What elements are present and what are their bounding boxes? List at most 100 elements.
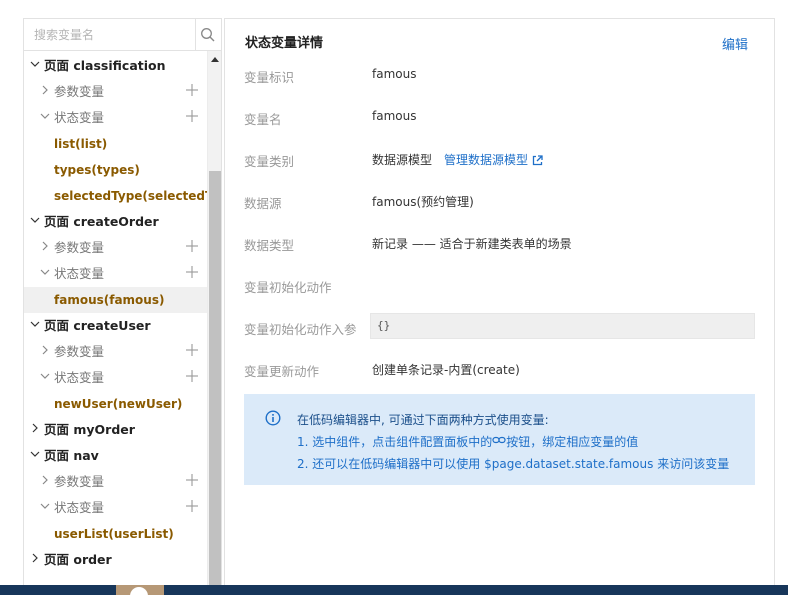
variable-tree: 页面 classification 参数变量 状态变量 list(list) types…	[24, 51, 207, 585]
tree-variable-item[interactable]: userList(userList)	[24, 521, 207, 547]
chevron-down-icon[interactable]	[30, 59, 40, 69]
panel-title: 状态变量详情	[245, 36, 324, 51]
tree-item-label: 页面 createUser	[44, 317, 151, 333]
tree-group-item[interactable]: 参数变量	[24, 467, 207, 493]
detail-panel: 状态变量详情 编辑 变量标识 famous 变量名 famous 变量类别 数据…	[224, 18, 775, 585]
tree-page-item[interactable]: 页面 nav	[24, 441, 207, 467]
search-input[interactable]	[24, 19, 196, 50]
plus-icon[interactable]	[186, 344, 198, 356]
tree-item-label: 状态变量	[54, 499, 105, 515]
state-path-code: $page.dataset.state.famous	[484, 457, 654, 471]
id-label: 变量标识	[244, 70, 295, 85]
info-line-2-end: 按钮，绑定相应变量的值	[506, 435, 639, 449]
chevron-right-icon[interactable]	[40, 85, 50, 95]
tree-item-label: 页面 order	[44, 551, 112, 567]
datatype-label: 数据类型	[244, 238, 295, 253]
chevron-down-icon[interactable]	[30, 319, 40, 329]
info-line-2-start: 1. 选中组件，点击组件配置面板中的	[297, 435, 493, 449]
avatar	[130, 587, 148, 595]
chevron-right-icon[interactable]	[40, 345, 50, 355]
init-action-label: 变量初始化动作	[244, 280, 332, 295]
tree-group-item[interactable]: 参数变量	[24, 77, 207, 103]
chevron-down-icon[interactable]	[40, 501, 50, 511]
chevron-down-icon[interactable]	[40, 371, 50, 381]
tree-item-label: 参数变量	[54, 343, 105, 359]
chevron-down-icon[interactable]	[40, 111, 50, 121]
tree-page-item[interactable]: 页面 order	[24, 545, 207, 571]
init-params-label: 变量初始化动作入参	[244, 322, 357, 337]
tree-variable-item[interactable]: newUser(newUser)	[24, 391, 207, 417]
search-bar	[24, 19, 221, 51]
type-value: 数据源模型	[372, 153, 433, 167]
plus-icon[interactable]	[186, 370, 198, 382]
tree-scrollbar[interactable]	[207, 51, 221, 585]
chevron-right-icon[interactable]	[30, 423, 40, 433]
tree-variable-item[interactable]: famous(famous)	[24, 287, 207, 313]
tree-item-label: newUser(newUser)	[54, 397, 183, 411]
external-link-icon	[532, 155, 543, 166]
link-bind-icon	[492, 436, 506, 444]
datatype-value: 新记录 —— 适合于新建类表单的场景	[372, 237, 572, 251]
info-line-3-start: 2. 还可以在低码编辑器中可以使用	[297, 457, 485, 471]
chevron-right-icon[interactable]	[30, 553, 40, 563]
update-action-label: 变量更新动作	[244, 364, 320, 379]
source-value: famous(预约管理)	[372, 195, 474, 209]
manage-datasource-link-label: 管理数据源模型	[444, 153, 529, 167]
plus-icon[interactable]	[186, 84, 198, 96]
tree-item-label: types(types)	[54, 163, 140, 177]
chevron-right-icon[interactable]	[40, 241, 50, 251]
tree-item-label: 状态变量	[54, 369, 105, 385]
edit-button[interactable]: 编辑	[722, 34, 748, 53]
info-line-2: 1. 选中组件，点击组件配置面板中的 按钮，绑定相应变量的值	[297, 433, 638, 450]
tree-page-item[interactable]: 页面 createUser	[24, 311, 207, 337]
tree-variable-item[interactable]: types(types)	[24, 157, 207, 183]
init-params-code: {}	[370, 313, 755, 339]
tree-group-item[interactable]: 参数变量	[24, 337, 207, 363]
plus-icon[interactable]	[186, 474, 198, 486]
info-line-1: 在低码编辑器中, 可通过下面两种方式使用变量:	[297, 413, 549, 427]
tree-group-item[interactable]: 状态变量	[24, 493, 207, 519]
usage-info-box: 在低码编辑器中, 可通过下面两种方式使用变量: 1. 选中组件，点击组件配置面板…	[244, 394, 755, 485]
search-icon[interactable]	[200, 27, 216, 43]
tree-item-label: list(list)	[54, 137, 108, 151]
taskbar-app-button[interactable]	[116, 585, 164, 595]
plus-icon[interactable]	[186, 500, 198, 512]
tree-group-item[interactable]: 参数变量	[24, 233, 207, 259]
tree-item-label: 参数变量	[54, 239, 105, 255]
tree-item-label: 页面 nav	[44, 447, 99, 463]
tree-group-item[interactable]: 状态变量	[24, 363, 207, 389]
plus-icon[interactable]	[186, 266, 198, 278]
tree-item-label: 参数变量	[54, 473, 105, 489]
plus-icon[interactable]	[186, 110, 198, 122]
id-value: famous	[372, 67, 417, 81]
info-line-3: 2. 还可以在低码编辑器中可以使用 $page.dataset.state.fa…	[297, 455, 729, 472]
chevron-down-icon[interactable]	[40, 267, 50, 277]
info-line-3-end: 来访问该变量	[653, 457, 730, 471]
plus-icon[interactable]	[186, 240, 198, 252]
tree-group-item[interactable]: 状态变量	[24, 103, 207, 129]
tree-variable-item[interactable]: selectedType(selectedType)	[24, 183, 207, 209]
name-label: 变量名	[244, 112, 282, 127]
chevron-down-icon[interactable]	[30, 215, 40, 225]
tree-item-label: 页面 createOrder	[44, 213, 159, 229]
tree-variable-item[interactable]: list(list)	[24, 131, 207, 157]
tree-group-item[interactable]: 状态变量	[24, 259, 207, 285]
scroll-thumb[interactable]	[209, 171, 221, 585]
scroll-up-arrow[interactable]	[211, 57, 219, 62]
tree-item-label: 状态变量	[54, 265, 105, 281]
source-label: 数据源	[244, 196, 282, 211]
chevron-down-icon[interactable]	[30, 449, 40, 459]
tree-item-label: 页面 myOrder	[44, 421, 135, 437]
tree-item-label: userList(userList)	[54, 527, 174, 541]
chevron-right-icon[interactable]	[40, 475, 50, 485]
tree-item-label: 状态变量	[54, 109, 105, 125]
tree-item-label: 页面 classification	[44, 57, 166, 73]
name-value: famous	[372, 109, 417, 123]
type-value-row: 数据源模型 管理数据源模型	[372, 151, 543, 168]
manage-datasource-link[interactable]: 管理数据源模型	[444, 153, 543, 167]
info-icon	[265, 410, 281, 426]
tree-item-label: selectedType(selectedType)	[54, 189, 207, 203]
tree-page-item[interactable]: 页面 myOrder	[24, 415, 207, 441]
tree-page-item[interactable]: 页面 createOrder	[24, 207, 207, 233]
tree-page-item[interactable]: 页面 classification	[24, 51, 207, 77]
